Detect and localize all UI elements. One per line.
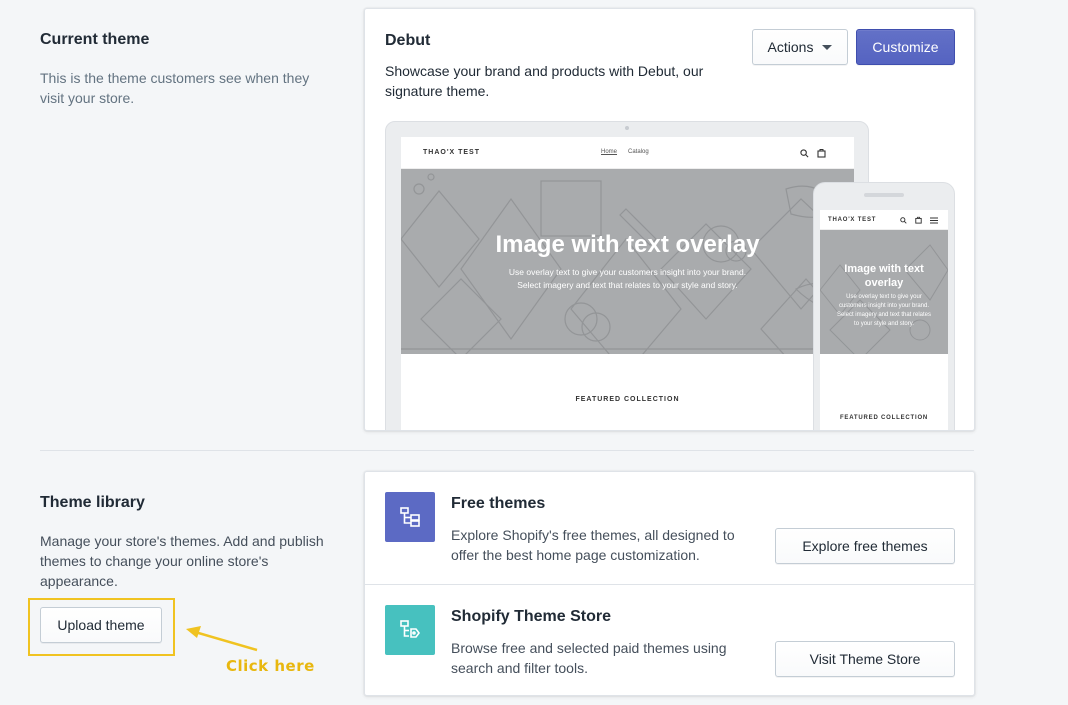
free-themes-row: Free themes Explore Shopify's free theme…	[365, 472, 974, 584]
theme-store-title: Shopify Theme Store	[451, 608, 612, 625]
caret-down-icon	[822, 44, 833, 50]
theme-library-heading: Theme library	[40, 494, 145, 511]
mobile-hero-sub-2: customers insight into your brand.	[838, 303, 930, 309]
preview-store-name: THAO'X TEST	[423, 149, 480, 156]
preview-nav-home: Home	[601, 149, 618, 155]
mobile-preview: THAO'X TEST Image with text overlay Use …	[813, 182, 955, 430]
desktop-screen: THAO'X TEST Home Catalog Image with text…	[401, 137, 854, 430]
theme-library-card: Free themes Explore Shopify's free theme…	[364, 471, 975, 696]
mobile-screen: THAO'X TEST Image with text overlay Use …	[820, 210, 948, 430]
theme-library-description: Manage your store's themes. Add and publ…	[40, 533, 324, 589]
mobile-header: THAO'X TEST	[820, 210, 948, 230]
annotation-arrow-icon	[186, 626, 258, 652]
section-divider	[40, 450, 974, 451]
actions-dropdown-button[interactable]: Actions	[752, 29, 848, 65]
mobile-hero-sub-4: to your style and story.	[854, 321, 914, 327]
current-theme-description: This is the theme customers see when the…	[40, 70, 310, 106]
mobile-menu-icon	[930, 217, 938, 224]
mobile-featured-heading: FEATURED COLLECTION	[839, 415, 929, 421]
free-themes-description: Explore Shopify's free themes, all desig…	[451, 527, 735, 563]
laptop-camera	[625, 126, 629, 130]
current-theme-heading: Current theme	[40, 31, 150, 48]
mobile-store-name: THAO'X TEST	[828, 217, 877, 223]
mobile-hero-image: Image with text overlay Use overlay text…	[820, 230, 948, 354]
desktop-preview: THAO'X TEST Home Catalog Image with text…	[385, 121, 869, 430]
preview-hero-sub-2: Select imagery and text that relates to …	[517, 280, 738, 290]
mobile-hero-title-2: overlay	[864, 277, 904, 289]
hero-sketch-pattern	[401, 173, 854, 354]
mobile-hero-sub-3: Select imagery and text that relates	[836, 312, 932, 318]
preview-featured-heading: FEATURED COLLECTION	[575, 396, 680, 403]
actions-label: Actions	[767, 39, 814, 55]
customize-button[interactable]: Customize	[856, 29, 955, 65]
theme-store-row: Shopify Theme Store Browse free and sele…	[365, 584, 974, 695]
theme-structure-icon	[400, 507, 420, 527]
theme-tag-icon	[400, 620, 420, 638]
visit-theme-store-button[interactable]: Visit Theme Store	[775, 641, 955, 677]
mobile-search-icon	[900, 217, 907, 224]
mobile-hero-sub-1: Use overlay text to give your	[846, 294, 922, 300]
free-themes-title: Free themes	[451, 495, 546, 512]
preview-hero-title: Image with text overlay	[495, 231, 760, 258]
preview-cart-icon	[817, 149, 826, 158]
preview-nav-catalog: Catalog	[628, 149, 649, 155]
theme-store-description: Browse free and selected paid themes usi…	[451, 640, 727, 676]
theme-store-icon	[385, 605, 435, 655]
preview-hero-image: Image with text overlay Use overlay text…	[401, 169, 854, 354]
mobile-hero-title-1: Image with text	[844, 263, 924, 275]
mobile-cart-icon	[915, 216, 922, 224]
current-theme-card: Debut Showcase your brand and products w…	[364, 8, 975, 431]
theme-description: Showcase your brand and products with De…	[385, 63, 704, 99]
preview-search-icon	[800, 149, 809, 158]
preview-store-header: THAO'X TEST Home Catalog	[401, 137, 854, 169]
phone-speaker	[864, 193, 904, 197]
theme-name: Debut	[385, 32, 431, 49]
annotation-highlight-box	[28, 598, 175, 656]
preview-hero-sub-1: Use overlay text to give your customers …	[508, 267, 747, 277]
annotation-click-here: Click here	[226, 657, 315, 675]
mobile-hero-pattern	[820, 244, 948, 354]
explore-free-themes-button[interactable]: Explore free themes	[775, 528, 955, 564]
free-themes-icon	[385, 492, 435, 542]
